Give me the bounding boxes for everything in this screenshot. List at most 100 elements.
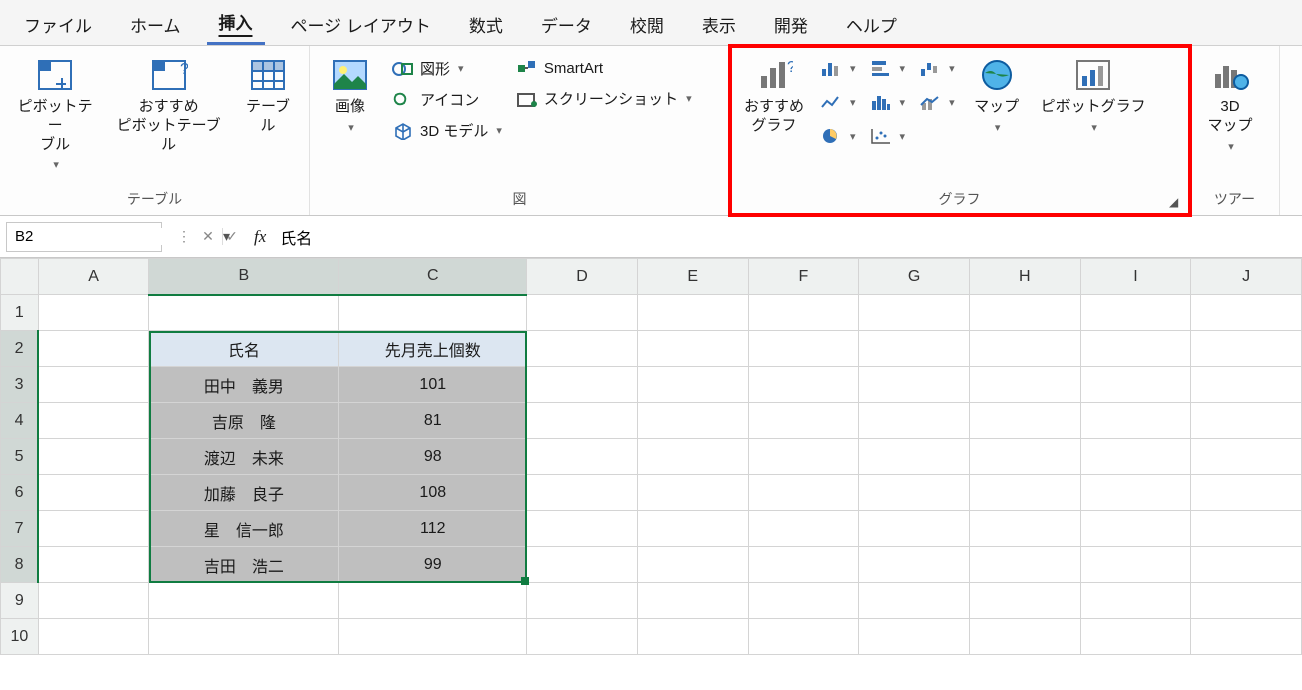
cell-F8[interactable] — [748, 547, 859, 583]
cell-A3[interactable] — [38, 367, 149, 403]
cell-F7[interactable] — [748, 511, 859, 547]
fx-icon[interactable]: fx — [248, 227, 272, 247]
cell-A7[interactable] — [38, 511, 149, 547]
enter-formula-button[interactable]: ✓ — [222, 228, 242, 245]
cell-A5[interactable] — [38, 439, 149, 475]
pivot-chart-button[interactable]: ピボットグラフ ▾ — [1035, 52, 1152, 138]
cell-H2[interactable] — [969, 331, 1080, 367]
cell-D4[interactable] — [527, 403, 638, 439]
cell-G7[interactable] — [859, 511, 970, 547]
cell-B7[interactable]: 星 信一郎 — [149, 511, 339, 547]
cell-A9[interactable] — [38, 583, 149, 619]
cell-E6[interactable] — [637, 475, 748, 511]
cell-F3[interactable] — [748, 367, 859, 403]
col-header-A[interactable]: A — [38, 259, 149, 295]
cell-E5[interactable] — [637, 439, 748, 475]
row-header-10[interactable]: 10 — [1, 619, 39, 655]
cell-D10[interactable] — [527, 619, 638, 655]
col-header-I[interactable]: I — [1080, 259, 1191, 295]
smartart-button[interactable]: SmartArt — [512, 56, 696, 80]
cell-B10[interactable] — [149, 619, 339, 655]
cell-F10[interactable] — [748, 619, 859, 655]
tab-formulas[interactable]: 数式 — [457, 6, 515, 45]
formula-input[interactable] — [272, 222, 1302, 252]
cell-H6[interactable] — [969, 475, 1080, 511]
cell-F1[interactable] — [748, 295, 859, 331]
charts-dialog-launcher[interactable]: ◢ — [1169, 195, 1183, 209]
cell-A2[interactable] — [38, 331, 149, 367]
cell-G10[interactable] — [859, 619, 970, 655]
tab-file[interactable]: ファイル — [12, 6, 104, 45]
col-header-E[interactable]: E — [637, 259, 748, 295]
cell-J9[interactable] — [1191, 583, 1302, 619]
cell-C7[interactable]: 112 — [339, 511, 527, 547]
cell-D7[interactable] — [527, 511, 638, 547]
cell-I5[interactable] — [1080, 439, 1191, 475]
cancel-formula-button[interactable]: ✕ — [198, 228, 218, 245]
col-header-J[interactable]: J — [1191, 259, 1302, 295]
cell-E7[interactable] — [637, 511, 748, 547]
pie-chart-button[interactable]: ▾ — [816, 124, 860, 148]
cell-I1[interactable] — [1080, 295, 1191, 331]
cell-B5[interactable]: 渡辺 未来 — [149, 439, 339, 475]
cell-I6[interactable] — [1080, 475, 1191, 511]
cell-I7[interactable] — [1080, 511, 1191, 547]
cell-G5[interactable] — [859, 439, 970, 475]
col-header-B[interactable]: B — [149, 259, 339, 295]
cell-B8[interactable]: 吉田 浩二 — [149, 547, 339, 583]
cell-D9[interactable] — [527, 583, 638, 619]
3d-map-button[interactable]: 3D マップ ▾ — [1198, 52, 1262, 157]
screenshot-button[interactable]: スクリーンショット ▾ — [512, 86, 696, 111]
cell-J3[interactable] — [1191, 367, 1302, 403]
pivot-table-button[interactable]: ピボットテー ブル ▾ — [8, 52, 102, 175]
row-header-8[interactable]: 8 — [1, 547, 39, 583]
cell-I4[interactable] — [1080, 403, 1191, 439]
row-header-7[interactable]: 7 — [1, 511, 39, 547]
cell-D6[interactable] — [527, 475, 638, 511]
tab-help[interactable]: ヘルプ — [834, 6, 909, 45]
cell-G6[interactable] — [859, 475, 970, 511]
cell-F2[interactable] — [748, 331, 859, 367]
cell-J6[interactable] — [1191, 475, 1302, 511]
cell-I10[interactable] — [1080, 619, 1191, 655]
cell-G4[interactable] — [859, 403, 970, 439]
cell-B2[interactable]: 氏名 — [149, 331, 339, 367]
cell-B1[interactable] — [149, 295, 339, 331]
cell-E2[interactable] — [637, 331, 748, 367]
cell-H10[interactable] — [969, 619, 1080, 655]
name-box[interactable]: ▾ — [6, 222, 162, 252]
3d-models-button[interactable]: 3D モデル ▾ — [388, 118, 506, 143]
cell-H3[interactable] — [969, 367, 1080, 403]
cell-A10[interactable] — [38, 619, 149, 655]
cell-D2[interactable] — [527, 331, 638, 367]
cell-D5[interactable] — [527, 439, 638, 475]
shapes-button[interactable]: 図形 ▾ — [388, 56, 506, 81]
scatter-chart-button[interactable]: ▾ — [866, 124, 910, 148]
cell-B4[interactable]: 吉原 隆 — [149, 403, 339, 439]
cell-H7[interactable] — [969, 511, 1080, 547]
select-all-corner[interactable] — [1, 259, 39, 295]
cell-J5[interactable] — [1191, 439, 1302, 475]
waterfall-chart-button[interactable]: ▾ — [915, 56, 959, 80]
cell-J8[interactable] — [1191, 547, 1302, 583]
cell-A4[interactable] — [38, 403, 149, 439]
cell-G3[interactable] — [859, 367, 970, 403]
cell-A8[interactable] — [38, 547, 149, 583]
cell-C3[interactable]: 101 — [339, 367, 527, 403]
cell-F4[interactable] — [748, 403, 859, 439]
cell-E3[interactable] — [637, 367, 748, 403]
cell-A1[interactable] — [38, 295, 149, 331]
cell-I8[interactable] — [1080, 547, 1191, 583]
cell-F6[interactable] — [748, 475, 859, 511]
col-header-G[interactable]: G — [859, 259, 970, 295]
cell-A6[interactable] — [38, 475, 149, 511]
cell-J7[interactable] — [1191, 511, 1302, 547]
row-header-3[interactable]: 3 — [1, 367, 39, 403]
combo-chart-button[interactable]: ▾ — [915, 90, 959, 114]
cell-C6[interactable]: 108 — [339, 475, 527, 511]
tab-home[interactable]: ホーム — [118, 6, 193, 45]
cell-D1[interactable] — [527, 295, 638, 331]
cell-E10[interactable] — [637, 619, 748, 655]
col-header-C[interactable]: C — [339, 259, 527, 295]
cell-E4[interactable] — [637, 403, 748, 439]
